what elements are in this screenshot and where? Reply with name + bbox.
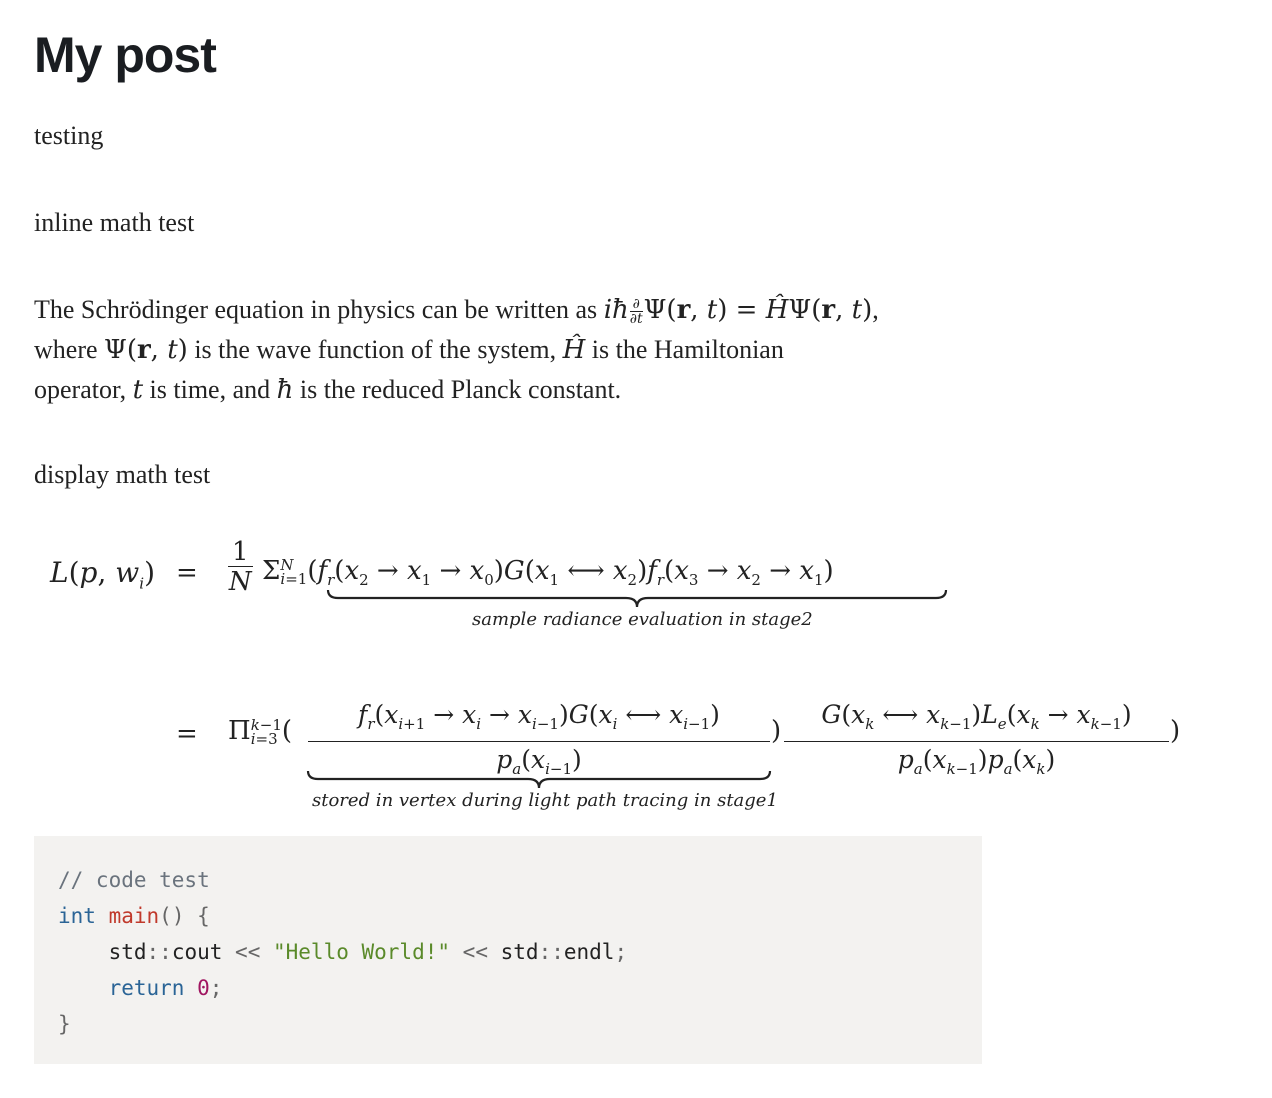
math-hbar: ħ <box>276 375 294 405</box>
code-function-main: main <box>108 904 160 928</box>
code-identifier: std <box>108 940 147 964</box>
code-number: 0 <box>197 976 210 1000</box>
code-punctuation: () { <box>159 904 210 928</box>
code-string: "Hello World!" <box>273 940 451 964</box>
math-frac-1-over-n: 1 N <box>228 537 253 597</box>
post-title: My post <box>34 27 217 83</box>
math-paren-close-2: ) <box>1170 716 1181 746</box>
text-segment: The Schrödinger equation in physics can … <box>34 295 604 324</box>
text-segment: is the Hamiltonian <box>585 335 784 364</box>
text-segment: is the reduced Planck constant. <box>293 375 622 404</box>
math-hamiltonian: Ĥ <box>562 335 586 365</box>
paragraph-schrodinger: The Schrödinger equation in physics can … <box>34 290 1034 410</box>
code-identifier: std <box>500 940 539 964</box>
underbrace-1 <box>326 589 948 608</box>
text-segment: where <box>34 335 105 364</box>
code-keyword-return: return <box>108 976 185 1000</box>
paragraph-testing: testing <box>34 121 104 150</box>
math-equals-1: = <box>176 558 198 588</box>
code-identifier: endl <box>563 940 615 964</box>
math-equals-2: = <box>176 719 198 749</box>
code-punctuation: } <box>58 1012 71 1036</box>
underbrace-2 <box>306 770 772 789</box>
math-lhs: L(p, wi) <box>50 556 155 593</box>
math-schrodinger-equation: iħ ∂ ∂t Ψ(r, t) = ĤΨ(r, t) <box>603 295 873 327</box>
math-row1-expression: Σ Ni=1 (fr(x2 → x1 → x0)G(x1 ⟷ x2)fr(x3 → … <box>262 556 834 590</box>
code-keyword-int: int <box>58 904 96 928</box>
code-identifier: cout <box>171 940 223 964</box>
code-operator: << <box>462 940 488 964</box>
paragraph-inline-math-label: inline math test <box>34 208 195 237</box>
code-punctuation: ; <box>209 976 223 1000</box>
text-segment: is the wave function of the system, <box>187 335 563 364</box>
code-content: // code test int main() { std::cout << "… <box>58 868 628 1036</box>
math-t: t <box>132 375 144 405</box>
code-block: // code test int main() { std::cout << "… <box>34 836 982 1064</box>
paragraph-display-math-label: display math test <box>34 460 211 489</box>
underbrace-1-label: sample radiance evaluation in stage2 <box>472 609 813 630</box>
text-segment: operator, <box>34 375 133 404</box>
text-segment: is time, and <box>143 375 277 404</box>
text-segment: , <box>872 295 879 324</box>
code-punctuation: ; <box>614 940 628 964</box>
code-operator: << <box>235 940 261 964</box>
underbrace-2-label: stored in vertex during light path traci… <box>312 790 778 811</box>
math-fraction-2: G(xk ⟷ xk−1)Le(xk → xk−1) pa(xk−1)pa(xk) <box>784 698 1169 787</box>
math-product: Πk−1 i=3( <box>228 716 293 748</box>
code-comment: // code test <box>58 868 210 892</box>
math-paren-close-1: ) <box>771 716 782 746</box>
math-wave-function: Ψ(r, t) <box>104 335 188 365</box>
